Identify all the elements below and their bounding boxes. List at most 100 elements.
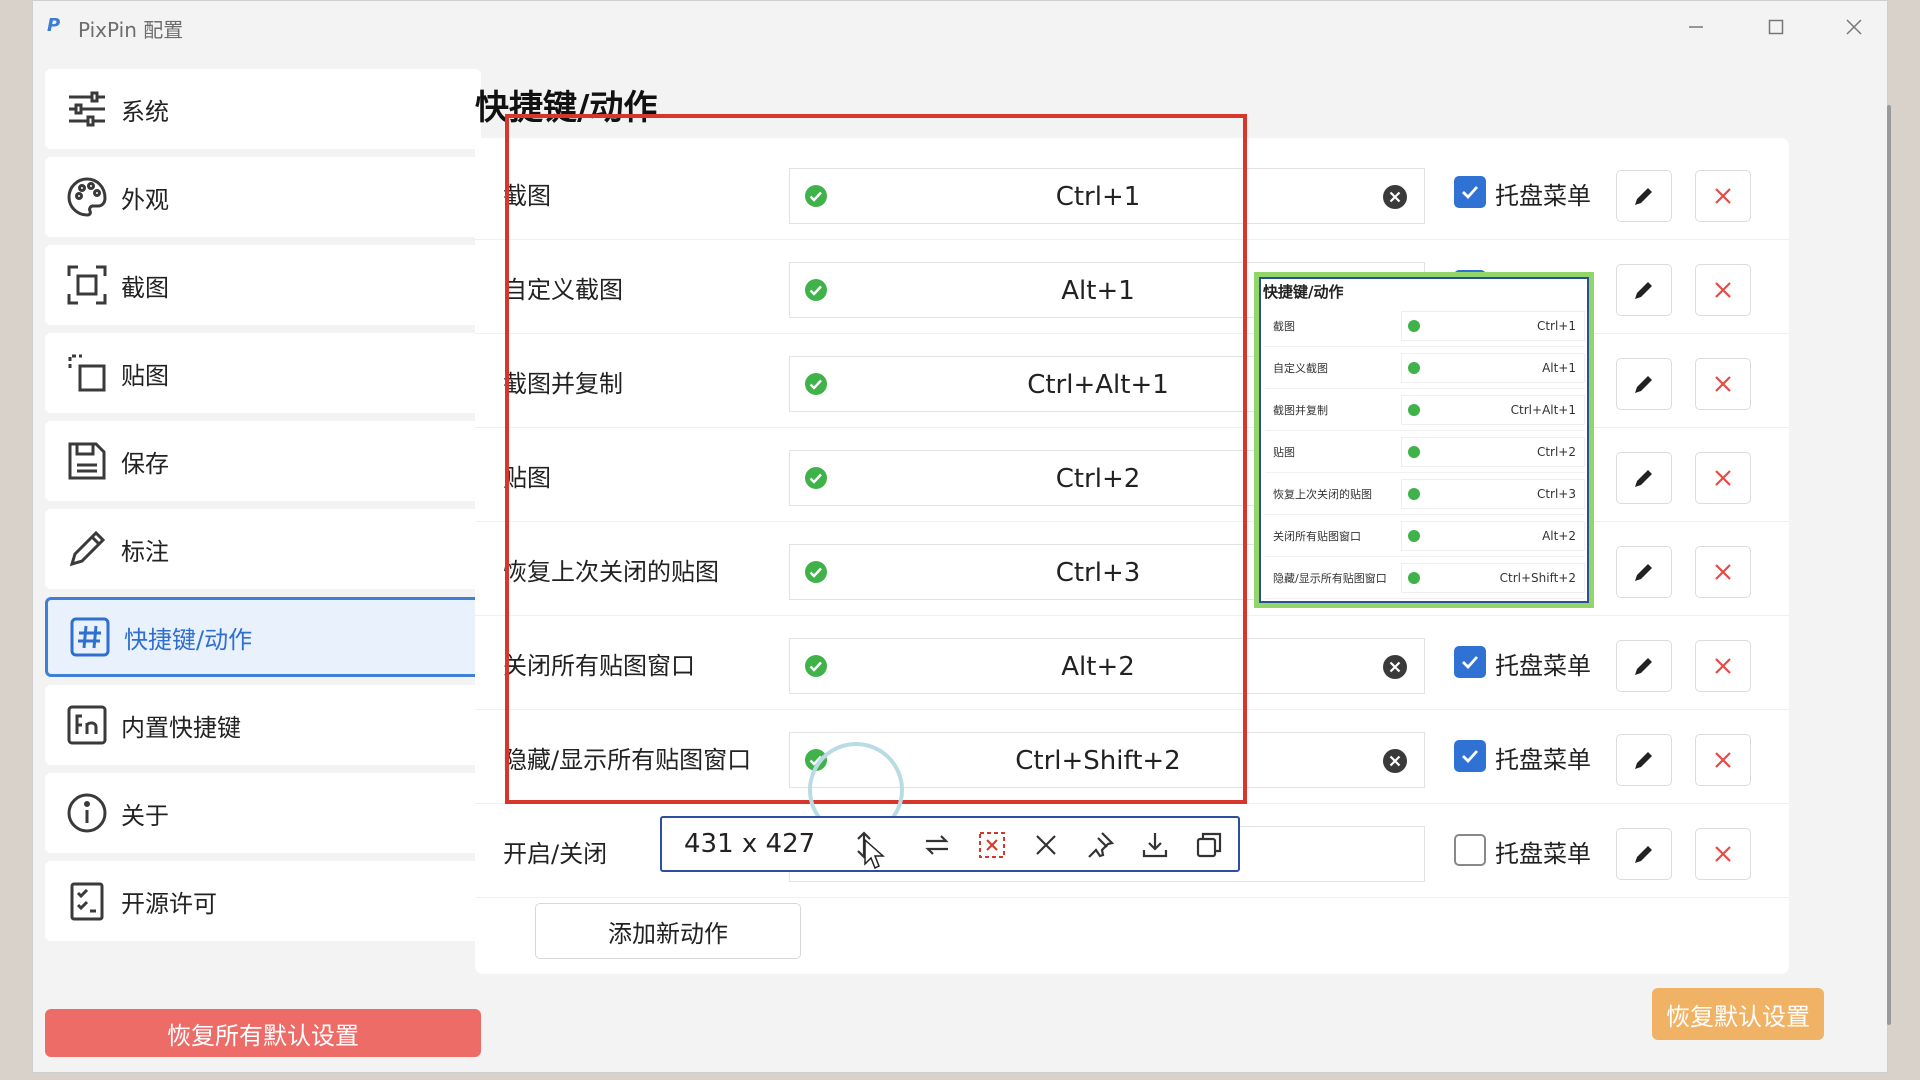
- sidebar-item-annotation[interactable]: 标注: [45, 509, 481, 589]
- pencil-icon: [1635, 564, 1652, 581]
- delete-action-button[interactable]: [1695, 452, 1751, 504]
- app-logo-icon: P: [47, 15, 61, 36]
- thumbnail-row-name: 隐藏/显示所有贴图窗口: [1273, 572, 1387, 585]
- pin-copy-icon: [65, 351, 109, 395]
- close-icon: [1715, 470, 1731, 486]
- shortcut-name: 开启/关闭: [503, 839, 608, 868]
- tray-menu-checkbox[interactable]: [1454, 834, 1486, 866]
- thumbnail-row: 隐藏/显示所有贴图窗口 Ctrl+Shift+2: [1265, 557, 1585, 599]
- sidebar-item-screenshot[interactable]: 截图: [45, 245, 481, 325]
- tray-menu-label: 托盘菜单: [1495, 839, 1591, 868]
- sidebar-item-builtin-shortcuts[interactable]: 内置快捷键: [45, 685, 481, 765]
- checklist-icon: [65, 879, 109, 923]
- sidebar-item-save[interactable]: 保存: [45, 421, 481, 501]
- edit-action-button[interactable]: [1616, 170, 1672, 222]
- pin-tool[interactable]: [1083, 828, 1117, 862]
- sidebar-item-pin[interactable]: 贴图: [45, 333, 481, 413]
- capture-selection-frame[interactable]: [505, 114, 1247, 804]
- copy-tool[interactable]: [1192, 828, 1226, 862]
- delete-action-button[interactable]: [1695, 358, 1751, 410]
- pencil-icon: [65, 527, 109, 571]
- thumbnail-key-text: Ctrl+2: [1536, 445, 1576, 459]
- check-circle-icon: [1408, 488, 1420, 500]
- pencil-icon: [1635, 188, 1652, 205]
- sidebar-item-label: 快捷键/动作: [124, 625, 253, 654]
- pencil-icon: [1635, 846, 1652, 863]
- add-action-button[interactable]: 添加新动作: [535, 903, 801, 959]
- cancel-tool[interactable]: [1029, 828, 1063, 862]
- edit-action-button[interactable]: [1616, 358, 1672, 410]
- maximize-button[interactable]: [1753, 9, 1799, 45]
- pencil-icon: [1635, 752, 1652, 769]
- minimize-button[interactable]: [1673, 9, 1719, 45]
- edit-action-button[interactable]: [1616, 264, 1672, 316]
- delete-action-button[interactable]: [1695, 828, 1751, 880]
- tray-menu-checkbox[interactable]: [1454, 176, 1486, 208]
- close-icon: [1715, 376, 1731, 392]
- sidebar-item-label: 标注: [121, 537, 169, 566]
- delete-action-button[interactable]: [1695, 546, 1751, 598]
- edit-action-button[interactable]: [1616, 640, 1672, 692]
- check-circle-icon: [1408, 530, 1420, 542]
- close-window-button[interactable]: [1831, 9, 1877, 45]
- thumbnail-key-text: Alt+1: [1542, 361, 1576, 375]
- delete-action-button[interactable]: [1695, 264, 1751, 316]
- sidebar-item-about[interactable]: 关于: [45, 773, 481, 853]
- pencil-icon: [1635, 658, 1652, 675]
- sidebar-item-label: 关于: [121, 801, 169, 830]
- close-icon: [1715, 564, 1731, 580]
- thumbnail-row-name: 恢复上次关闭的贴图: [1273, 488, 1372, 501]
- scrollbar[interactable]: [1887, 105, 1891, 1025]
- sidebar-item-appearance[interactable]: 外观: [45, 157, 481, 237]
- tray-menu-checkbox[interactable]: [1454, 740, 1486, 772]
- thumbnail-row-name: 截图: [1273, 320, 1295, 333]
- tray-menu-checkbox[interactable]: [1454, 646, 1486, 678]
- info-icon: [65, 791, 109, 835]
- close-icon: [1715, 282, 1731, 298]
- edit-action-button[interactable]: [1616, 828, 1672, 880]
- thumbnail-row: 截图 Ctrl+1: [1265, 305, 1585, 347]
- check-circle-icon: [1408, 572, 1420, 584]
- pencil-icon: [1635, 470, 1652, 487]
- clear-selection-tool[interactable]: [975, 828, 1009, 862]
- delete-action-button[interactable]: [1695, 734, 1751, 786]
- clear-key-icon[interactable]: [1382, 748, 1408, 774]
- sidebar-item-system[interactable]: 系统: [45, 69, 481, 149]
- maximize-icon: [1768, 19, 1784, 35]
- save-tool[interactable]: [1138, 828, 1172, 862]
- selection-size-readout: 431 x 427: [684, 829, 816, 859]
- sidebar-item-licenses[interactable]: 开源许可: [45, 861, 481, 941]
- pencil-icon: [1635, 282, 1652, 299]
- thumbnail-row-name: 自定义截图: [1273, 362, 1328, 375]
- delete-action-button[interactable]: [1695, 640, 1751, 692]
- thumbnail-title: 快捷键/动作: [1263, 283, 1344, 301]
- sidebar-item-shortcuts[interactable]: 快捷键/动作: [45, 597, 481, 677]
- thumbnail-key-text: Ctrl+Alt+1: [1510, 403, 1576, 417]
- clear-key-icon[interactable]: [1382, 184, 1408, 210]
- thumbnail-key-box: Ctrl+Alt+1: [1401, 395, 1585, 425]
- sidebar-item-label: 内置快捷键: [121, 713, 241, 742]
- minimize-icon: [1689, 26, 1703, 28]
- thumbnail-row: 恢复上次关闭的贴图 Ctrl+3: [1265, 473, 1585, 515]
- copy-icon: [1196, 832, 1222, 858]
- edit-action-button[interactable]: [1616, 546, 1672, 598]
- sidebar-item-label: 开源许可: [121, 889, 217, 918]
- edit-action-button[interactable]: [1616, 452, 1672, 504]
- delete-action-button[interactable]: [1695, 170, 1751, 222]
- sidebar-item-label: 贴图: [121, 361, 169, 390]
- swap-tool[interactable]: [920, 828, 954, 862]
- fn-icon: [65, 703, 109, 747]
- thumbnail-key-box: Ctrl+3: [1401, 479, 1585, 509]
- reset-all-button[interactable]: 恢复所有默认设置: [45, 1009, 481, 1057]
- thumbnail-key-box: Alt+1: [1401, 353, 1585, 383]
- thumbnail-key-box: Ctrl+1: [1401, 311, 1585, 341]
- swap-icon: [925, 835, 949, 855]
- mouse-cursor-icon: [864, 838, 885, 870]
- edit-action-button[interactable]: [1616, 734, 1672, 786]
- thumbnail-row: 自定义截图 Alt+1: [1265, 347, 1585, 389]
- checkmark-icon: [1462, 656, 1479, 670]
- checkmark-icon: [1462, 750, 1479, 764]
- close-icon: [1846, 19, 1862, 35]
- clear-key-icon[interactable]: [1382, 654, 1408, 680]
- reset-default-button[interactable]: 恢复默认设置: [1652, 988, 1824, 1040]
